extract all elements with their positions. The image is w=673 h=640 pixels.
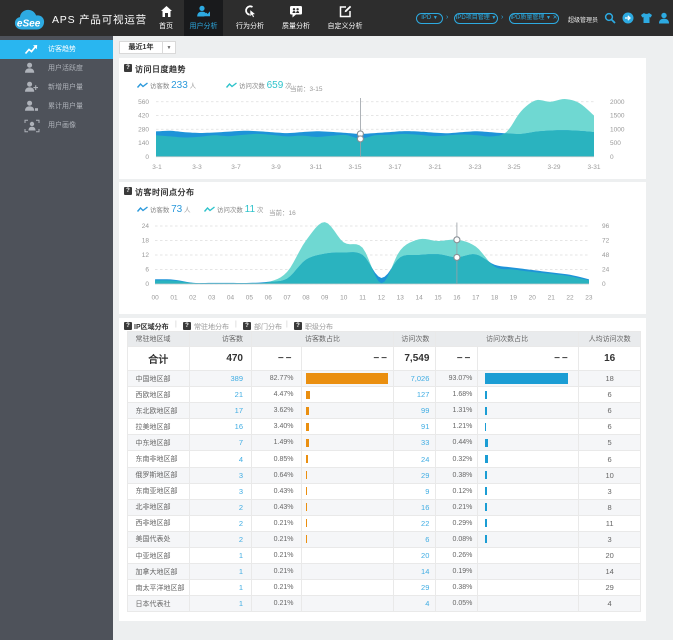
- svg-text:500: 500: [610, 140, 621, 147]
- svg-text:19: 19: [510, 294, 518, 301]
- svg-text:3-7: 3-7: [231, 164, 241, 171]
- svg-text:12: 12: [142, 252, 150, 259]
- svg-text:24: 24: [142, 223, 150, 230]
- svg-text:22: 22: [566, 294, 574, 301]
- svg-text:3-11: 3-11: [310, 164, 323, 171]
- svg-text:3-21: 3-21: [428, 164, 441, 171]
- svg-text:15: 15: [434, 294, 442, 301]
- svg-text:96: 96: [602, 223, 610, 230]
- svg-text:1500: 1500: [610, 112, 625, 119]
- svg-text:3-23: 3-23: [468, 164, 481, 171]
- svg-text:3-3: 3-3: [192, 164, 202, 171]
- svg-text:00: 00: [151, 294, 159, 301]
- svg-text:06: 06: [265, 294, 273, 301]
- svg-text:17: 17: [472, 294, 480, 301]
- svg-text:23: 23: [585, 294, 593, 301]
- svg-text:6: 6: [145, 266, 149, 273]
- svg-text:3-1: 3-1: [152, 164, 162, 171]
- svg-text:2000: 2000: [610, 98, 625, 105]
- svg-text:12: 12: [378, 294, 386, 301]
- svg-text:48: 48: [602, 252, 610, 259]
- svg-text:560: 560: [138, 98, 149, 105]
- svg-text:420: 420: [138, 112, 149, 119]
- svg-text:280: 280: [138, 126, 149, 133]
- svg-text:02: 02: [189, 294, 197, 301]
- svg-text:03: 03: [208, 294, 216, 301]
- svg-text:1000: 1000: [610, 126, 625, 133]
- svg-text:24: 24: [602, 266, 610, 273]
- svg-text:18: 18: [491, 294, 499, 301]
- svg-text:07: 07: [283, 294, 291, 301]
- svg-text:eSee: eSee: [17, 19, 41, 30]
- svg-text:140: 140: [138, 140, 149, 147]
- svg-text:18: 18: [142, 237, 150, 244]
- svg-text:3-17: 3-17: [388, 164, 401, 171]
- svg-text:10: 10: [340, 294, 348, 301]
- svg-text:08: 08: [302, 294, 310, 301]
- svg-text:14: 14: [415, 294, 423, 301]
- svg-text:11: 11: [359, 294, 366, 301]
- svg-text:3-15: 3-15: [348, 164, 361, 171]
- svg-text:72: 72: [602, 237, 610, 244]
- svg-text:01: 01: [170, 294, 178, 301]
- svg-text:04: 04: [227, 294, 235, 301]
- svg-text:09: 09: [321, 294, 329, 301]
- svg-text:0: 0: [145, 281, 149, 288]
- svg-text:0: 0: [610, 153, 614, 160]
- svg-text:3-25: 3-25: [507, 164, 520, 171]
- svg-text:3-9: 3-9: [271, 164, 281, 171]
- svg-text:05: 05: [246, 294, 254, 301]
- svg-text:3-29: 3-29: [547, 164, 560, 171]
- svg-text:21: 21: [548, 294, 556, 301]
- svg-text:3-31: 3-31: [587, 164, 600, 171]
- svg-text:16: 16: [453, 294, 461, 301]
- svg-text:0: 0: [145, 153, 149, 160]
- svg-text:20: 20: [529, 294, 537, 301]
- svg-text:0: 0: [602, 281, 606, 288]
- svg-text:13: 13: [397, 294, 405, 301]
